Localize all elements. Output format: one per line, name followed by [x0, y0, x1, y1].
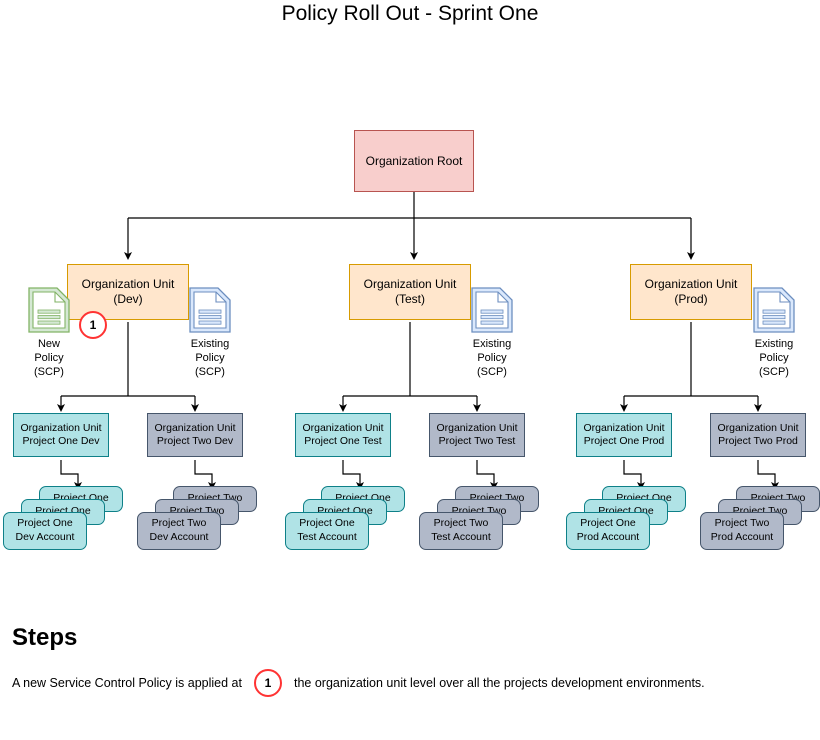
new-policy-label-line2: Policy	[34, 352, 64, 365]
ou-label-line2: (Test)	[395, 292, 425, 306]
project-unit-line1: Organization Unit	[154, 421, 236, 434]
project-unit-line1: Organization Unit	[302, 421, 384, 434]
account-card-label: Project One	[299, 517, 355, 530]
steps-heading: Steps	[12, 624, 78, 651]
organization-root-label: Organization Root	[365, 153, 463, 168]
new-policy-label-line1: New	[37, 338, 60, 350]
ou-node-test[interactable]: Organization Unit (Test)	[349, 264, 471, 320]
ou-node-prod[interactable]: Organization Unit (Prod)	[630, 264, 752, 320]
document-icon	[471, 287, 513, 333]
existing-policy-label-line1: Existing	[754, 338, 794, 350]
existing-policy-label-line2: Policy	[759, 352, 789, 365]
account-card-front[interactable]: Project Two Prod Account	[700, 512, 784, 550]
account-stack-two-test[interactable]: Project Two Project Two Project Two Test…	[419, 486, 539, 550]
ou-label-line2: (Dev)	[113, 292, 143, 306]
account-card-label: Project Two	[433, 517, 489, 530]
existing-policy-label-line3: (SCP)	[759, 366, 789, 379]
account-card-front[interactable]: Project Two Test Account	[419, 512, 503, 550]
ou-label-line1: Organization Unit	[363, 277, 457, 291]
project-unit-line2: Project Two Prod	[718, 435, 798, 447]
project-unit-one-dev[interactable]: Organization Unit Project One Dev	[13, 413, 109, 457]
steps-row: A new Service Control Policy is applied …	[12, 668, 802, 698]
account-card-label: Project One	[580, 517, 636, 530]
project-unit-one-test[interactable]: Organization Unit Project One Test	[295, 413, 391, 457]
diagram-title: Policy Roll Out - Sprint One	[281, 2, 539, 25]
step-badge-1[interactable]: 1	[79, 311, 107, 339]
account-card-front[interactable]: Project Two Dev Account	[137, 512, 221, 550]
account-card-sublabel: Prod Account	[710, 531, 774, 543]
existing-policy-prod[interactable]: Existing Policy (SCP)	[737, 286, 811, 379]
project-unit-line1: Organization Unit	[583, 421, 665, 434]
account-card-sublabel: Dev Account	[15, 531, 75, 543]
steps-badge-1[interactable]: 1	[253, 669, 282, 697]
account-card-sublabel: Dev Account	[149, 531, 209, 543]
steps-badge-1-number: 1	[264, 676, 272, 690]
project-unit-one-prod[interactable]: Organization Unit Project One Prod	[576, 413, 672, 457]
existing-policy-label-line1: Existing	[472, 338, 512, 350]
organization-root-node[interactable]: Organization Root	[354, 130, 474, 192]
project-unit-line2: Project One Test	[304, 435, 382, 447]
step-badge-1-number: 1	[89, 318, 97, 332]
project-unit-line1: Organization Unit	[20, 421, 102, 434]
connector-lines	[57, 192, 779, 490]
account-stack-two-prod[interactable]: Project Two Project Two Project Two Prod…	[700, 486, 820, 550]
existing-policy-label-line3: (SCP)	[477, 366, 507, 379]
account-stack-two-dev[interactable]: Project Two Project Two Project Two Dev …	[137, 486, 257, 550]
project-unit-line2: Project Two Test	[438, 435, 516, 447]
steps-text-before: A new Service Control Policy is applied …	[12, 676, 242, 690]
project-unit-two-dev[interactable]: Organization Unit Project Two Dev	[147, 413, 243, 457]
ou-label-line1: Organization Unit	[81, 277, 175, 291]
new-policy-dev[interactable]: New Policy (SCP)	[12, 286, 86, 379]
ou-label-line2: (Prod)	[674, 292, 708, 306]
account-card-label: Project Two	[151, 517, 207, 530]
existing-policy-dev[interactable]: Existing Policy (SCP)	[173, 286, 247, 379]
document-icon	[189, 287, 231, 333]
account-card-front[interactable]: Project One Prod Account	[566, 512, 650, 550]
account-card-front[interactable]: Project One Dev Account	[3, 512, 87, 550]
existing-policy-label-line2: Policy	[477, 352, 507, 365]
steps-text-after: the organization unit level over all the…	[293, 676, 705, 690]
account-card-label: Project One	[17, 517, 73, 530]
account-card-label: Project Two	[714, 517, 770, 530]
project-unit-line2: Project One Prod	[583, 435, 665, 447]
project-unit-two-test[interactable]: Organization Unit Project Two Test	[429, 413, 525, 457]
project-unit-line1: Organization Unit	[436, 421, 518, 434]
existing-policy-label-line3: (SCP)	[195, 366, 225, 379]
account-stack-one-dev[interactable]: Project One Project One Project One Dev …	[3, 486, 123, 550]
account-card-sublabel: Test Account	[297, 531, 357, 543]
account-card-sublabel: Test Account	[431, 531, 491, 543]
project-unit-two-prod[interactable]: Organization Unit Project Two Prod	[710, 413, 806, 457]
existing-policy-label-line1: Existing	[190, 338, 230, 350]
project-unit-line2: Project Two Dev	[156, 435, 234, 447]
existing-policy-test[interactable]: Existing Policy (SCP)	[455, 286, 529, 379]
account-card-front[interactable]: Project One Test Account	[285, 512, 369, 550]
project-unit-line1: Organization Unit	[717, 421, 799, 434]
account-card-sublabel: Prod Account	[576, 531, 640, 543]
project-unit-line2: Project One Dev	[22, 435, 100, 447]
account-stack-one-prod[interactable]: Project One Project One Project One Prod…	[566, 486, 686, 550]
document-icon	[753, 287, 795, 333]
ou-label-line1: Organization Unit	[644, 277, 738, 291]
existing-policy-label-line2: Policy	[195, 352, 225, 365]
document-icon	[28, 287, 70, 333]
account-stack-one-test[interactable]: Project One Project One Project One Test…	[285, 486, 405, 550]
new-policy-label-line3: (SCP)	[34, 366, 64, 379]
